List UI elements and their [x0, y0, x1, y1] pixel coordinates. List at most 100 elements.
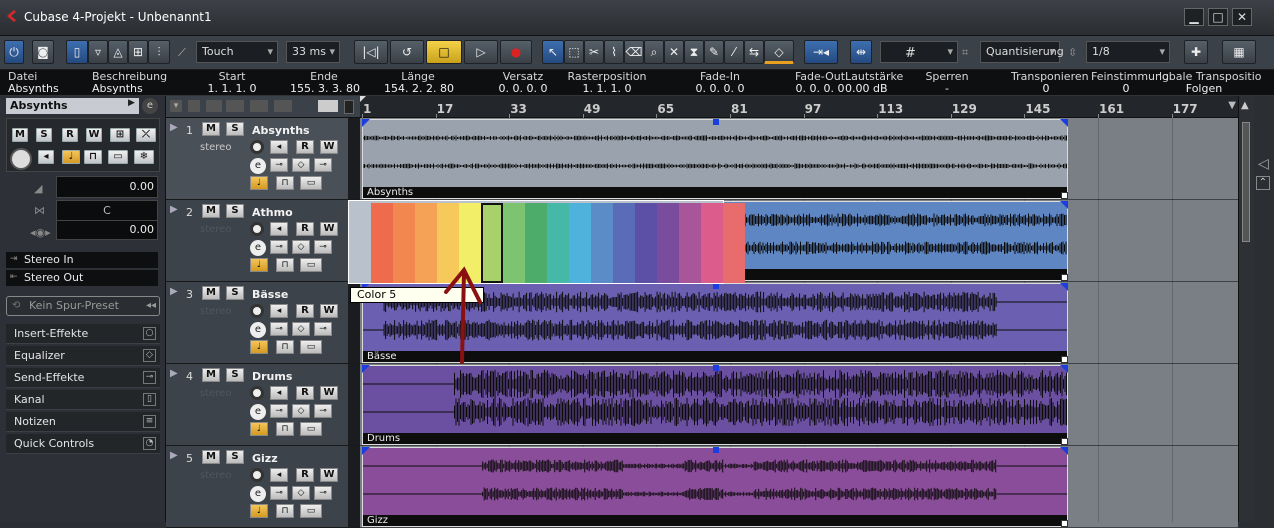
erase-tool-icon[interactable]: ⌫	[624, 40, 644, 64]
track-insert-icon[interactable]: ⊸	[270, 158, 288, 172]
track-read-button[interactable]: R	[296, 468, 314, 482]
pan-field[interactable]: C	[56, 200, 158, 222]
activate-project-icon[interactable]: ⏻	[4, 40, 24, 64]
color-swatch[interactable]	[525, 203, 547, 283]
color-swatch[interactable]	[503, 203, 525, 283]
color-palette-icon[interactable]: ▦	[1222, 40, 1256, 64]
track-header-1[interactable]: ▶ 1 M S Absynths stereo R W ◂ e ⊸ ◇ ⊸ ♩ ⊓ ▭	[166, 118, 360, 200]
divider-handle-icon[interactable]	[344, 100, 354, 114]
edit-channel-icon[interactable]: e	[142, 98, 158, 114]
inspector-edit-icon[interactable]: ⊞	[110, 128, 130, 142]
track-name[interactable]: Bässe	[252, 288, 288, 301]
track-speaker-icon[interactable]: ◂	[270, 140, 288, 154]
color-swatch[interactable]	[657, 203, 679, 283]
info-field-7[interactable]: Fade-In 0. 0. 0. 0	[690, 71, 750, 94]
info-field-5[interactable]: Versatz 0. 0. 0. 0	[498, 71, 548, 94]
track-monitor-button[interactable]	[250, 140, 264, 154]
track-edit-icon[interactable]: e	[250, 404, 266, 420]
track-lock-icon[interactable]: ⊓	[276, 258, 294, 272]
track-read-button[interactable]: R	[296, 304, 314, 318]
global-read-icon[interactable]	[226, 100, 244, 112]
info-field-4[interactable]: Länge 154. 2. 2. 80	[384, 71, 454, 94]
cycle-icon[interactable]: ↺	[390, 40, 424, 64]
glue-tool-icon[interactable]: ⌇	[604, 40, 624, 64]
show-overview-icon[interactable]: ◬	[108, 40, 128, 64]
info-value[interactable]: 0	[1091, 83, 1161, 94]
track-mute-button[interactable]: M	[202, 122, 220, 136]
track-lock-icon[interactable]: ⊓	[276, 340, 294, 354]
track-timebase-icon[interactable]: ♩	[250, 504, 268, 518]
color-swatch[interactable]	[371, 203, 393, 283]
track-list-menu-icon[interactable]: ▾	[170, 100, 182, 112]
inspector-lanes-icon[interactable]: ▭	[108, 150, 128, 164]
inspector-freeze-icon[interactable]: ❄	[134, 150, 154, 164]
track-solo-button[interactable]: S	[226, 286, 244, 300]
track-lanes-icon[interactable]: ▭	[300, 340, 322, 354]
snap-icon[interactable]: ⇹	[850, 40, 872, 64]
track-send-icon[interactable]: ⊸	[314, 486, 332, 500]
track-read-button[interactable]: R	[296, 386, 314, 400]
snap-mode-select[interactable]	[880, 41, 958, 63]
info-value[interactable]: Absynths	[8, 83, 88, 94]
vertical-scrollbar[interactable]: ▲	[1238, 96, 1254, 522]
stop-icon[interactable]: □	[426, 40, 462, 64]
color-swatch[interactable]	[613, 203, 635, 283]
color-swatch[interactable]	[679, 203, 701, 283]
section-icon[interactable]: ≡	[143, 415, 156, 428]
info-value[interactable]: 0. 0. 0. 0	[690, 83, 750, 94]
info-value[interactable]: 154. 2. 2. 80	[384, 83, 454, 94]
color-swatch[interactable]	[547, 203, 569, 283]
play-tool-icon[interactable]: ⇆	[744, 40, 764, 64]
fade-in-handle-icon[interactable]	[362, 365, 370, 373]
record-icon[interactable]: ●	[500, 40, 532, 64]
track-insert-icon[interactable]: ⊸	[270, 322, 288, 336]
volume-handle-icon[interactable]	[713, 119, 719, 125]
track-insert-icon[interactable]: ⊸	[270, 240, 288, 254]
inspector-monitor-button[interactable]	[10, 148, 32, 170]
track-read-button[interactable]: R	[296, 140, 314, 154]
track-solo-button[interactable]: S	[226, 204, 244, 218]
track-header-4[interactable]: ▶ 4 M S Drums stereo R W ◂ e ⊸ ◇ ⊸ ♩ ⊓ ▭	[166, 364, 360, 446]
global-write-icon[interactable]	[250, 100, 268, 112]
inspector-bypass-icon[interactable]: ⤫	[136, 128, 156, 142]
zoom-tool-icon[interactable]: ⌕	[644, 40, 664, 64]
track-write-button[interactable]: W	[320, 386, 338, 400]
fade-in-handle-icon[interactable]	[362, 119, 370, 127]
info-field-8[interactable]: Fade-Out 0. 0. 0. 0	[790, 71, 850, 94]
volume-handle-icon[interactable]	[713, 447, 719, 453]
input-routing[interactable]: Stereo In	[6, 252, 158, 268]
go-to-start-icon[interactable]: |◁|	[354, 40, 388, 64]
info-value[interactable]: 155. 3. 3. 80	[290, 83, 360, 94]
resize-handle-icon[interactable]	[1061, 274, 1068, 281]
info-field-2[interactable]: Start 1. 1. 1. 0	[202, 71, 262, 94]
info-value[interactable]: -	[922, 83, 972, 94]
audio-event[interactable]: Absynths	[362, 119, 1068, 199]
inspector-timebase-icon[interactable]: ♩	[62, 150, 80, 164]
resize-handle-icon[interactable]	[1061, 192, 1068, 199]
info-value[interactable]: Folgen	[1159, 83, 1249, 94]
track-send-icon[interactable]: ⊸	[314, 404, 332, 418]
inspector-speaker-icon[interactable]: ◂	[38, 150, 54, 164]
track-edit-icon[interactable]: e	[250, 240, 266, 256]
track-speaker-icon[interactable]: ◂	[270, 304, 288, 318]
color-swatch[interactable]	[723, 203, 745, 283]
track-send-icon[interactable]: ⊸	[314, 158, 332, 172]
track-speaker-icon[interactable]: ◂	[270, 222, 288, 236]
autoscroll-icon[interactable]: ⇥◂	[804, 40, 838, 64]
color-swatch[interactable]	[591, 203, 613, 283]
resize-handle-icon[interactable]	[1061, 438, 1068, 445]
fade-in-handle-icon[interactable]	[362, 447, 370, 455]
scrollbar-thumb[interactable]	[1242, 122, 1250, 242]
info-value[interactable]: 0.00 dB	[845, 83, 915, 94]
inspector-solo-button[interactable]: S	[36, 128, 52, 142]
track-eq-icon[interactable]: ◇	[292, 486, 310, 500]
inspector-section-kanal[interactable]: Kanal ▯	[6, 390, 160, 410]
track-lock-icon[interactable]: ⊓	[276, 176, 294, 190]
track-monitor-button[interactable]	[250, 386, 264, 400]
inspector-read-button[interactable]: R	[62, 128, 78, 142]
track-solo-button[interactable]: S	[226, 368, 244, 382]
info-field-12[interactable]: Feinstimmung 0	[1091, 71, 1169, 94]
track-header-2[interactable]: ▶ 2 M S Athmo stereo R W ◂ e ⊸ ◇ ⊸ ♩ ⊓ ▭	[166, 200, 360, 282]
info-value[interactable]: 0	[1011, 83, 1081, 94]
track-timebase-icon[interactable]: ♩	[250, 340, 268, 354]
